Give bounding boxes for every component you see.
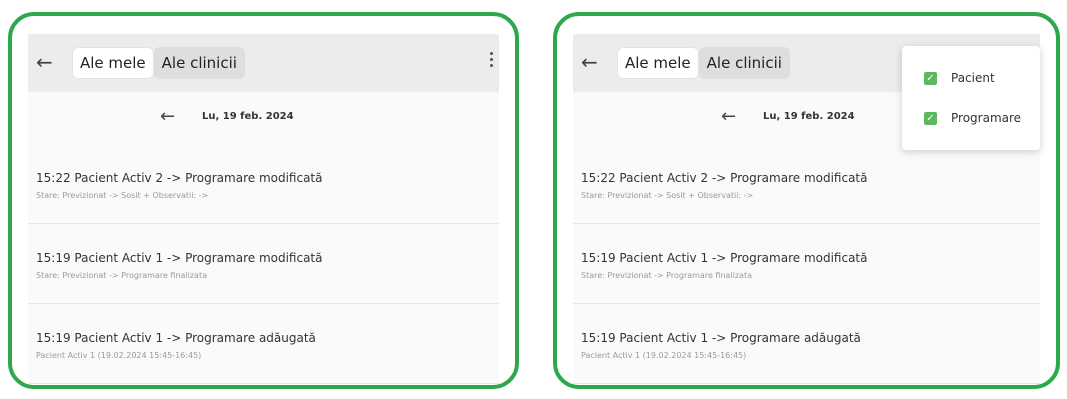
list-item[interactable]: 15:19 Pacient Activ 1 -> Programare adău… bbox=[573, 304, 1040, 384]
list-item[interactable]: 15:22 Pacient Activ 2 -> Programare modi… bbox=[28, 144, 499, 224]
left-panel: ← Ale mele Ale clinicii ← Lu, 19 feb. 20… bbox=[8, 12, 519, 389]
filter-option-programare[interactable]: ✓ Programare bbox=[924, 108, 1021, 128]
tab-group: Ale mele Ale clinicii bbox=[72, 47, 245, 79]
left-screen: ← Ale mele Ale clinicii ← Lu, 19 feb. 20… bbox=[28, 16, 499, 385]
entry-detail: Pacient Activ 1 (19.02.2024 15:45-16:45) bbox=[581, 351, 747, 360]
filter-dropdown-menu: ✓ Pacient ✓ Programare bbox=[902, 46, 1040, 150]
tab-ale-mele[interactable]: Ale mele bbox=[72, 47, 154, 79]
back-arrow-icon[interactable]: ← bbox=[581, 50, 598, 74]
tab-group: Ale mele Ale clinicii bbox=[617, 47, 790, 79]
checkbox-checked-icon[interactable]: ✓ bbox=[924, 71, 937, 85]
entry-detail: Stare: Previzionat -> Programare finaliz… bbox=[36, 271, 207, 280]
list-item[interactable]: 15:19 Pacient Activ 1 -> Programare modi… bbox=[28, 224, 499, 304]
more-vert-icon[interactable] bbox=[490, 52, 493, 67]
right-screen: ← Ale mele Ale clinicii ← Lu, 19 feb. 20… bbox=[573, 16, 1040, 385]
entry-detail: Stare: Previzionat -> Programare finaliz… bbox=[581, 271, 752, 280]
tab-ale-clinicii[interactable]: Ale clinicii bbox=[698, 47, 790, 79]
current-date: Lu, 19 feb. 2024 bbox=[202, 111, 294, 122]
entry-detail: Stare: Previzionat -> Sosit + Observatii… bbox=[581, 191, 754, 200]
entry-title: 15:19 Pacient Activ 1 -> Programare adău… bbox=[36, 331, 316, 345]
entry-title: 15:22 Pacient Activ 2 -> Programare modi… bbox=[36, 171, 323, 185]
checkbox-checked-icon[interactable]: ✓ bbox=[924, 111, 937, 125]
toolbar: ← Ale mele Ale clinicii bbox=[28, 34, 499, 93]
list-item[interactable]: 15:19 Pacient Activ 1 -> Programare adău… bbox=[28, 304, 499, 384]
filter-option-label: Pacient bbox=[951, 71, 995, 85]
tab-ale-clinicii[interactable]: Ale clinicii bbox=[153, 47, 245, 79]
back-arrow-icon[interactable]: ← bbox=[36, 50, 53, 74]
filter-option-pacient[interactable]: ✓ Pacient bbox=[924, 68, 995, 88]
date-navigation: ← Lu, 19 feb. 2024 bbox=[28, 92, 499, 145]
entry-detail: Pacient Activ 1 (19.02.2024 15:45-16:45) bbox=[36, 351, 202, 360]
entry-title: 15:19 Pacient Activ 1 -> Programare modi… bbox=[581, 251, 868, 265]
entry-title: 15:19 Pacient Activ 1 -> Programare adău… bbox=[581, 331, 861, 345]
tab-ale-mele[interactable]: Ale mele bbox=[617, 47, 699, 79]
entry-title: 15:22 Pacient Activ 2 -> Programare modi… bbox=[581, 171, 868, 185]
right-panel: ← Ale mele Ale clinicii ← Lu, 19 feb. 20… bbox=[553, 12, 1060, 389]
list-item[interactable]: 15:22 Pacient Activ 2 -> Programare modi… bbox=[573, 144, 1040, 224]
activity-list: 15:22 Pacient Activ 2 -> Programare modi… bbox=[573, 144, 1040, 384]
activity-list: 15:22 Pacient Activ 2 -> Programare modi… bbox=[28, 144, 499, 384]
list-item[interactable]: 15:19 Pacient Activ 1 -> Programare modi… bbox=[573, 224, 1040, 304]
filter-option-label: Programare bbox=[951, 111, 1022, 125]
current-date: Lu, 19 feb. 2024 bbox=[763, 111, 855, 122]
entry-detail: Stare: Previzionat -> Sosit + Observatii… bbox=[36, 191, 209, 200]
entry-title: 15:19 Pacient Activ 1 -> Programare modi… bbox=[36, 251, 323, 265]
previous-day-arrow-icon[interactable]: ← bbox=[721, 106, 736, 127]
previous-day-arrow-icon[interactable]: ← bbox=[160, 106, 175, 127]
